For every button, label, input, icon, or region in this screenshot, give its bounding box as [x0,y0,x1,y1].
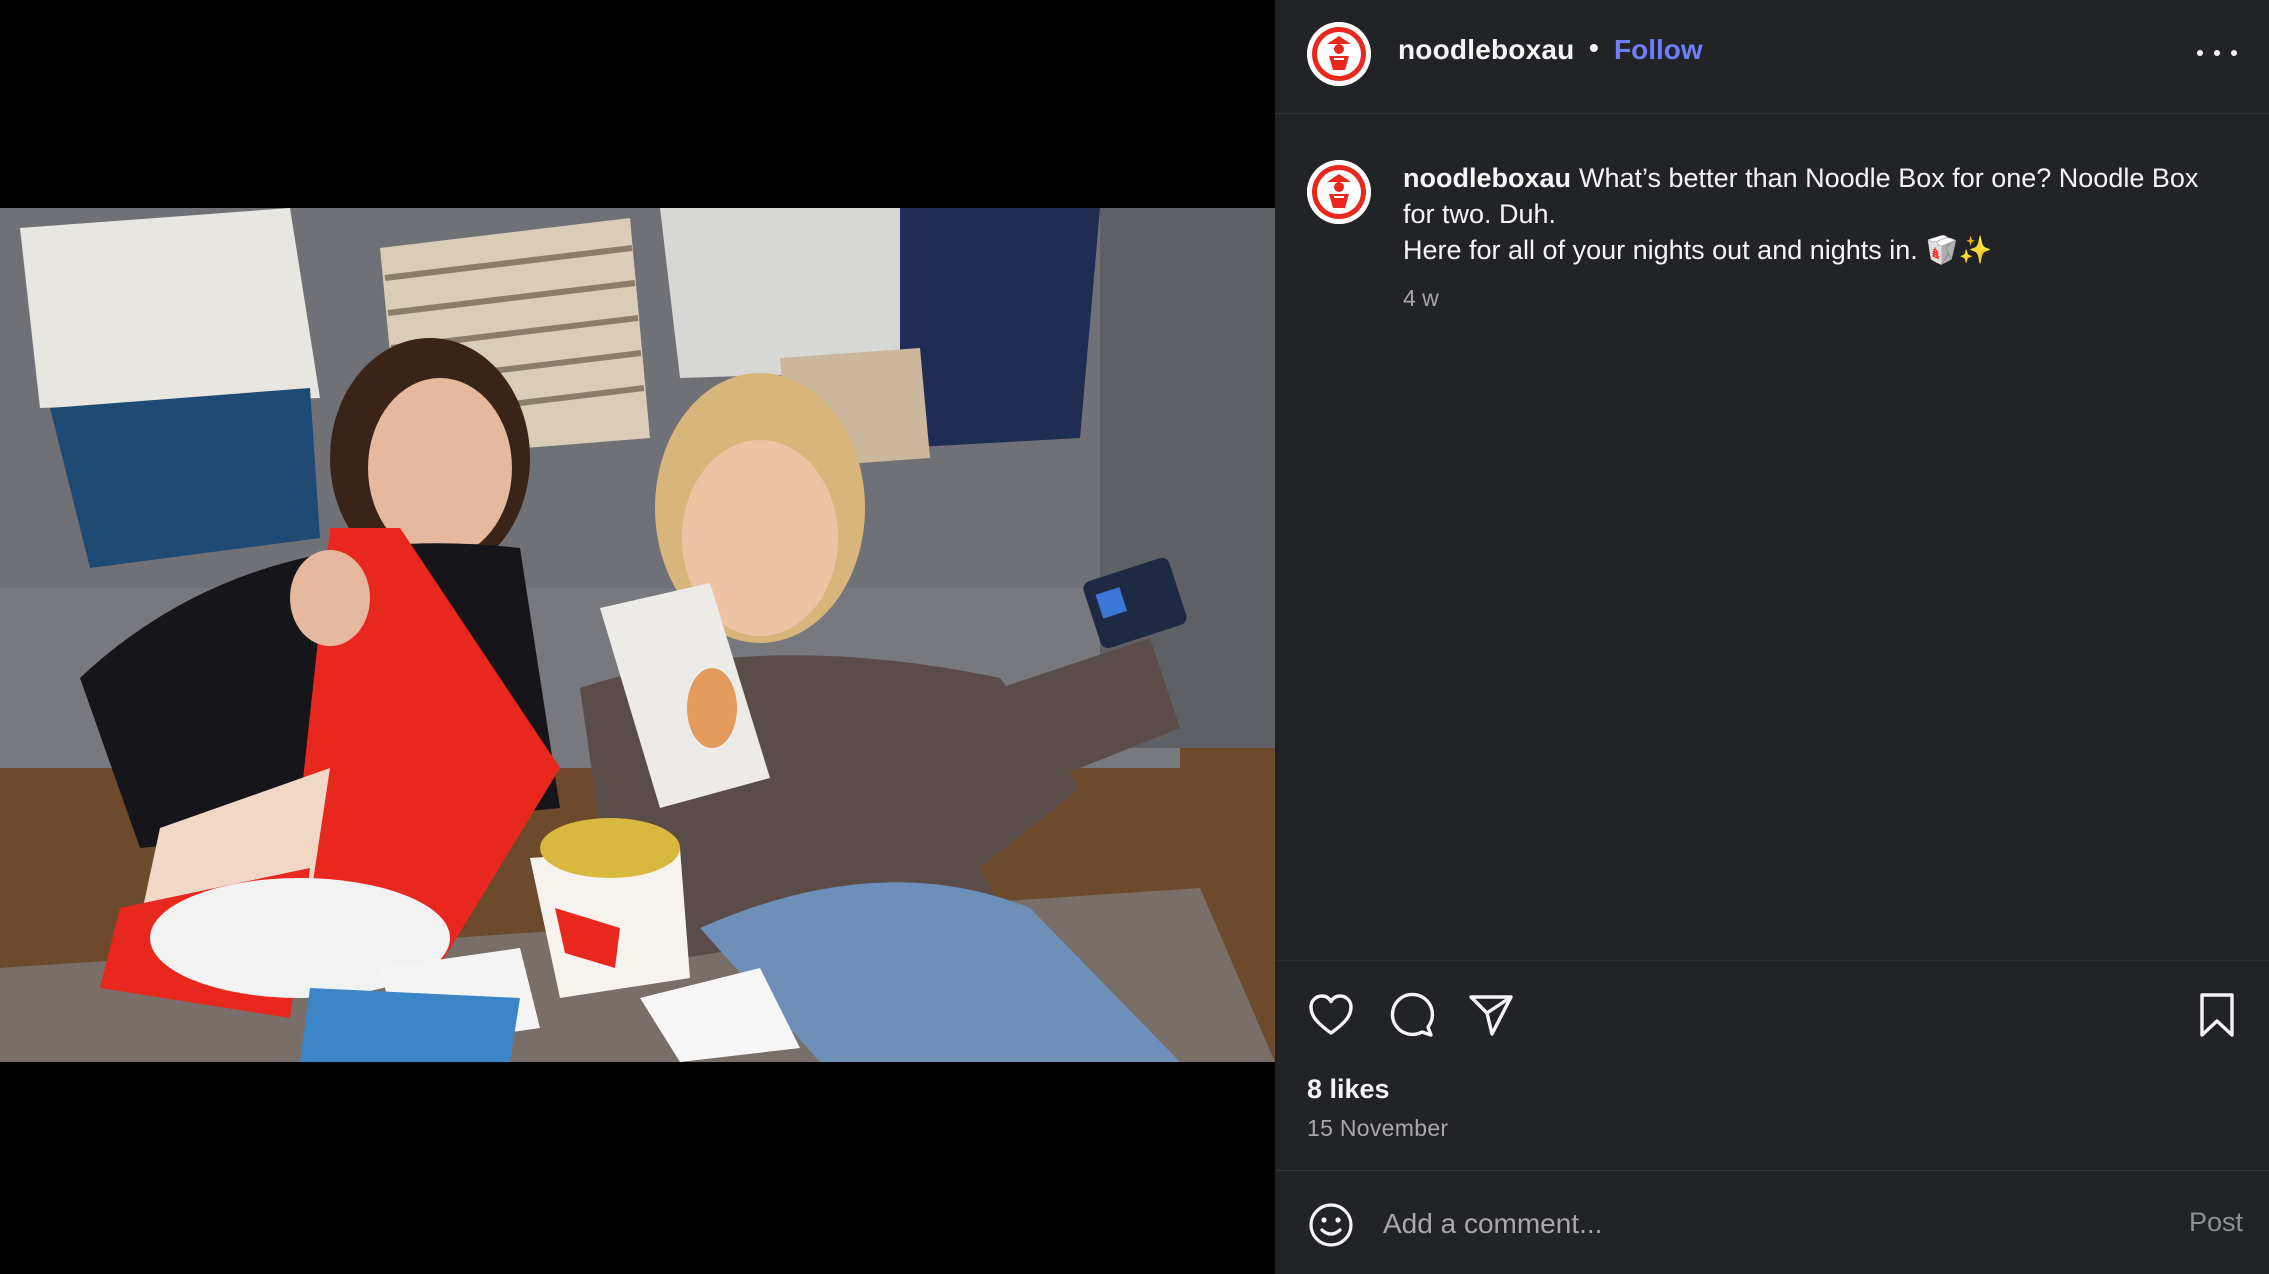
more-dot-icon [2197,50,2203,56]
caption-timestamp[interactable]: 4 w [1403,285,1439,312]
caption-username[interactable]: noodleboxau [1403,163,1571,193]
more-dot-icon [2214,50,2220,56]
comment-icon[interactable] [1387,991,1435,1039]
likes-count[interactable]: 8 likes [1307,1074,1390,1105]
instagram-post-viewer: noodleboxau • Follow noodleboxau What’s b… [0,0,2269,1274]
post-date: 15 November [1307,1115,1449,1141]
caption-avatar[interactable] [1307,160,1371,224]
header-username[interactable]: noodleboxau [1398,34,1574,66]
more-dot-icon [2231,50,2237,56]
post-actions [1275,960,2269,1050]
noodlebox-logo-icon [1307,160,1371,224]
post-side-panel: noodleboxau • Follow noodleboxau What’s b… [1275,0,2269,1274]
bookmark-icon[interactable] [2193,991,2241,1039]
post-caption: noodleboxau What’s better than Noodle Box… [1403,160,2233,268]
profile-avatar[interactable] [1307,22,1371,86]
post-header: noodleboxau • Follow [1275,0,2269,114]
post-photo-illustration [0,208,1275,1062]
comment-input[interactable] [1381,1193,2085,1255]
header-separator: • [1589,32,1599,63]
follow-button[interactable]: Follow [1614,34,1703,66]
post-comment-button[interactable]: Post [2189,1207,2243,1238]
noodlebox-logo-icon [1307,22,1371,86]
post-photo[interactable] [0,208,1275,1062]
more-options-button[interactable] [2195,38,2239,68]
paper-plane-icon[interactable] [1467,991,1515,1039]
media-pane [0,0,1275,1274]
heart-icon[interactable] [1307,991,1355,1039]
comment-bar: Post [1275,1170,2269,1274]
caption-text-line2: Here for all of your nights out and nigh… [1403,235,1993,265]
smiley-icon[interactable] [1307,1201,1355,1249]
